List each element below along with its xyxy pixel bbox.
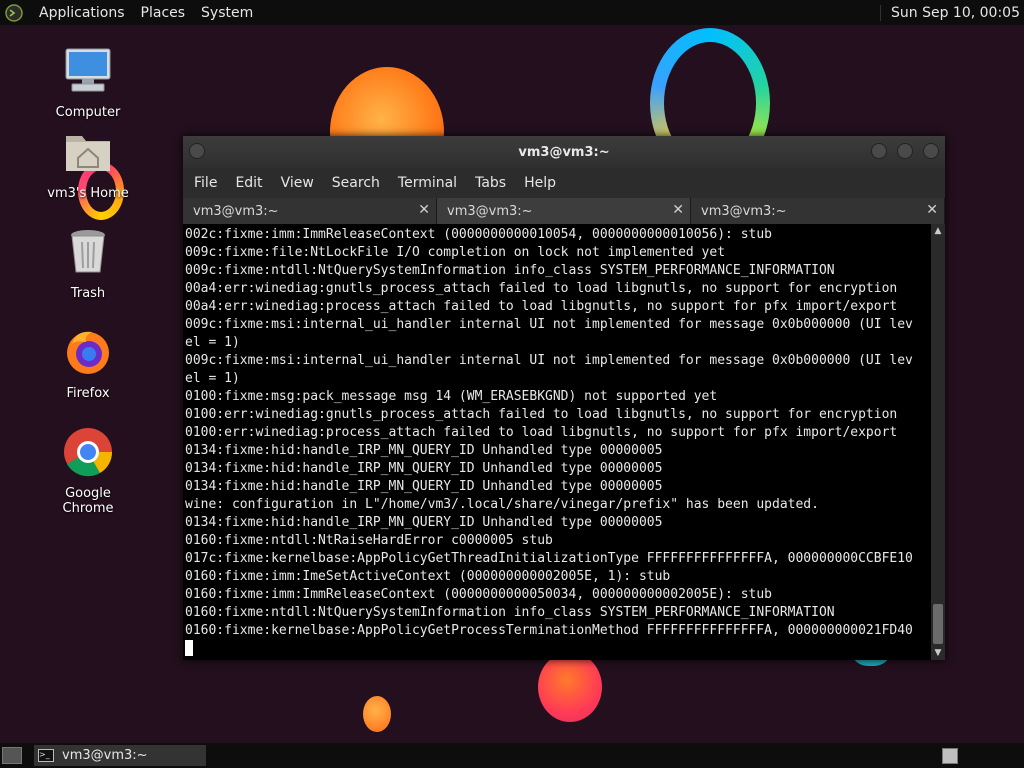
mate-logo-icon[interactable] bbox=[5, 3, 23, 22]
tab-bar: vm3@vm3:~ ✕ vm3@vm3:~ ✕ vm3@vm3:~ ✕ bbox=[183, 198, 945, 224]
desktop-icon-chrome[interactable]: Google Chrome bbox=[38, 426, 138, 516]
menu-terminal[interactable]: Terminal bbox=[391, 175, 464, 191]
desktop-icon-label: Computer bbox=[55, 105, 121, 120]
terminal-line: 009c:fixme:file:NtLockFile I/O completio… bbox=[185, 245, 726, 260]
show-desktop-button[interactable] bbox=[2, 747, 22, 764]
menu-applications[interactable]: Applications bbox=[31, 5, 133, 21]
tab-close-icon[interactable]: ✕ bbox=[926, 202, 938, 218]
terminal-icon: >_ bbox=[38, 749, 54, 762]
desktop-icon-firefox[interactable]: Firefox bbox=[38, 326, 138, 401]
desktop-icon-computer[interactable]: Computer bbox=[38, 45, 138, 120]
terminal-line: el = 1) bbox=[185, 335, 240, 350]
tab-close-icon[interactable]: ✕ bbox=[418, 202, 430, 218]
desktop-icon-label: Trash bbox=[70, 286, 106, 301]
terminal-tab-3[interactable]: vm3@vm3:~ ✕ bbox=[691, 198, 945, 224]
terminal-line: 0160:fixme:ntdll:NtRaiseHardError c00000… bbox=[185, 533, 553, 548]
menu-search[interactable]: Search bbox=[325, 175, 387, 191]
trash-icon bbox=[71, 230, 105, 273]
terminal-line: 0160:fixme:ntdll:NtQuerySystemInformatio… bbox=[185, 605, 835, 620]
terminal-line: 0160:fixme:kernelbase:AppPolicyGetProces… bbox=[185, 623, 913, 638]
terminal-line: 0100:err:winediag:gnutls_process_attach … bbox=[185, 407, 898, 422]
terminal-output[interactable]: 002c:fixme:imm:ImmReleaseContext (000000… bbox=[183, 224, 931, 660]
terminal-line: 0134:fixme:hid:handle_IRP_MN_QUERY_ID Un… bbox=[185, 515, 663, 530]
window-menu-icon[interactable] bbox=[189, 143, 205, 159]
desktop-icon-label: Firefox bbox=[66, 386, 110, 401]
taskbar-item-terminal[interactable]: >_ vm3@vm3:~ bbox=[34, 745, 206, 766]
wallpaper-bottom-orb bbox=[538, 652, 602, 722]
scroll-up-icon[interactable]: ▲ bbox=[931, 224, 945, 238]
terminal-scrollbar[interactable]: ▲ ▼ bbox=[931, 224, 945, 660]
terminal-line: 009c:fixme:msi:internal_ui_handler inter… bbox=[185, 317, 913, 332]
desktop-icon-trash[interactable]: Trash bbox=[38, 226, 138, 301]
firefox-icon bbox=[67, 331, 109, 374]
window-titlebar[interactable]: vm3@vm3:~ bbox=[183, 136, 945, 168]
menu-help[interactable]: Help bbox=[517, 175, 563, 191]
scroll-down-icon[interactable]: ▼ bbox=[931, 646, 945, 660]
chrome-icon bbox=[64, 428, 113, 477]
terminal-window[interactable]: vm3@vm3:~ File Edit View Search Terminal… bbox=[183, 136, 945, 660]
maximize-button[interactable] bbox=[897, 143, 913, 159]
workspace-switcher[interactable] bbox=[942, 747, 958, 764]
menu-system[interactable]: System bbox=[193, 5, 261, 21]
computer-icon bbox=[65, 48, 111, 92]
terminal-line: 0134:fixme:hid:handle_IRP_MN_QUERY_ID Un… bbox=[185, 461, 663, 476]
terminal-menubar: File Edit View Search Terminal Tabs Help bbox=[183, 168, 945, 198]
menu-places[interactable]: Places bbox=[133, 5, 194, 21]
terminal-line: wine: configuration in L"/home/vm3/.loca… bbox=[185, 497, 819, 512]
scrollbar-thumb[interactable] bbox=[933, 604, 943, 644]
terminal-cursor bbox=[185, 640, 193, 656]
close-button[interactable] bbox=[923, 143, 939, 159]
tab-close-icon[interactable]: ✕ bbox=[672, 202, 684, 218]
minimize-button[interactable] bbox=[871, 143, 887, 159]
desktop-icon-label: Google Chrome bbox=[62, 486, 114, 516]
desktop-icon-label: vm3's Home bbox=[47, 186, 129, 201]
terminal-tab-1[interactable]: vm3@vm3:~ ✕ bbox=[183, 198, 437, 224]
bottom-panel: >_ vm3@vm3:~ bbox=[0, 743, 1024, 768]
terminal-line: 009c:fixme:ntdll:NtQuerySystemInformatio… bbox=[185, 263, 835, 278]
tab-label: vm3@vm3:~ bbox=[701, 203, 787, 219]
terminal-text: 002c:fixme:imm:ImmReleaseContext (000000… bbox=[183, 224, 931, 659]
panel-clock[interactable]: Sun Sep 10, 00:05 bbox=[880, 4, 1020, 21]
menu-tabs[interactable]: Tabs bbox=[468, 175, 513, 191]
tab-label: vm3@vm3:~ bbox=[193, 203, 279, 219]
terminal-line: 009c:fixme:msi:internal_ui_handler inter… bbox=[185, 353, 913, 368]
menu-edit[interactable]: Edit bbox=[228, 175, 269, 191]
terminal-line: 017c:fixme:kernelbase:AppPolicyGetThread… bbox=[185, 551, 913, 566]
terminal-line: 0134:fixme:hid:handle_IRP_MN_QUERY_ID Un… bbox=[185, 443, 663, 458]
window-title: vm3@vm3:~ bbox=[518, 144, 610, 160]
home-folder-icon bbox=[66, 136, 110, 171]
terminal-tab-2[interactable]: vm3@vm3:~ ✕ bbox=[437, 198, 691, 224]
terminal-line: 0100:err:winediag:process_attach failed … bbox=[185, 425, 898, 440]
terminal-line: 0160:fixme:imm:ImmReleaseContext (000000… bbox=[185, 587, 772, 602]
menu-view[interactable]: View bbox=[274, 175, 321, 191]
terminal-line: el = 1) bbox=[185, 371, 240, 386]
menu-file[interactable]: File bbox=[187, 175, 224, 191]
terminal-line: 00a4:err:winediag:gnutls_process_attach … bbox=[185, 281, 898, 296]
terminal-line: 0100:fixme:msg:pack_message msg 14 (WM_E… bbox=[185, 389, 718, 404]
tab-label: vm3@vm3:~ bbox=[447, 203, 533, 219]
desktop-icon-home[interactable]: vm3's Home bbox=[38, 126, 138, 201]
taskbar-item-label: vm3@vm3:~ bbox=[62, 748, 148, 763]
terminal-line: 0134:fixme:hid:handle_IRP_MN_QUERY_ID Un… bbox=[185, 479, 663, 494]
top-panel: Applications Places System Sun Sep 10, 0… bbox=[0, 0, 1024, 25]
terminal-line: 002c:fixme:imm:ImmReleaseContext (000000… bbox=[185, 227, 772, 242]
terminal-line: 0160:fixme:imm:ImeSetActiveContext (0000… bbox=[185, 569, 671, 584]
terminal-line: 00a4:err:winediag:process_attach failed … bbox=[185, 299, 898, 314]
wallpaper-tiny-orb bbox=[363, 696, 391, 732]
